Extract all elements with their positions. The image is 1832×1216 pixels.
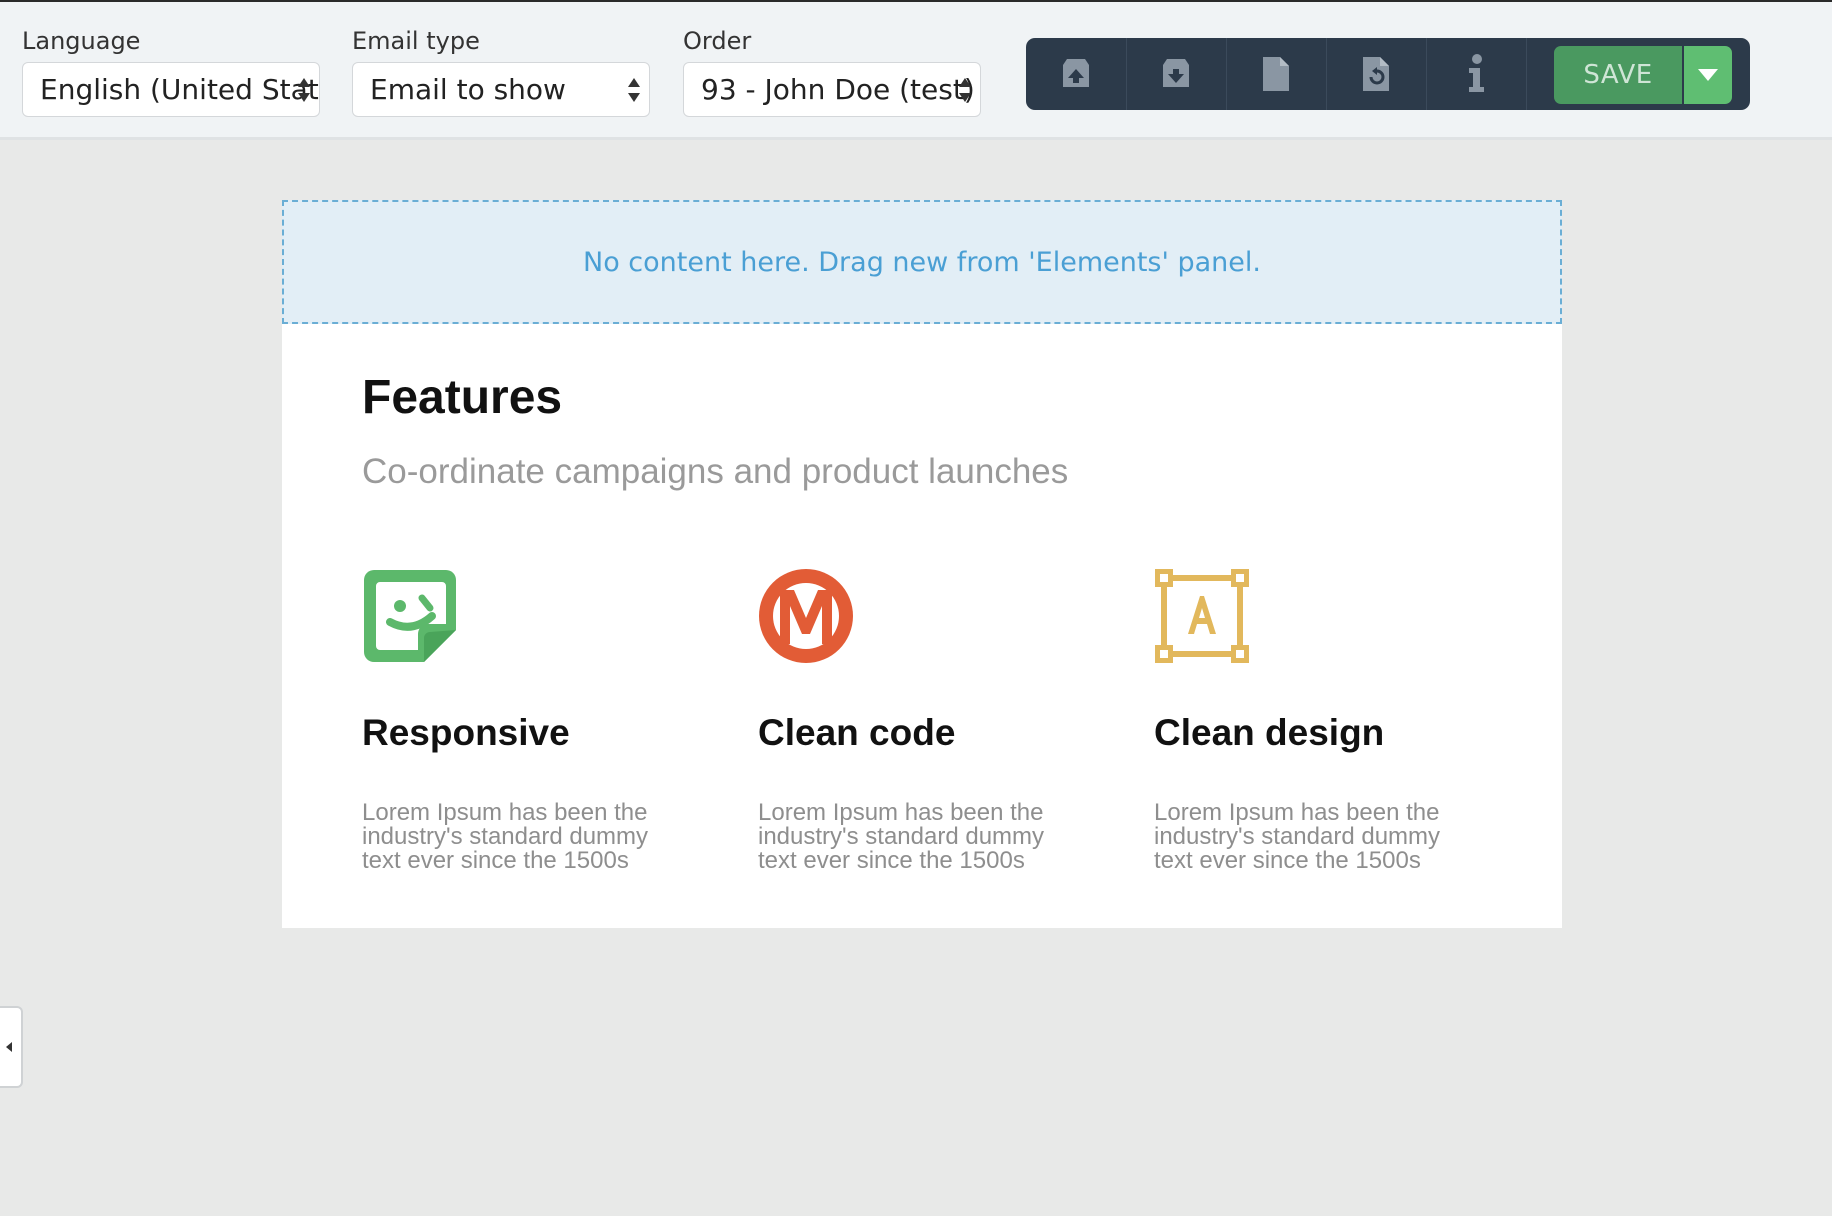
feature-column: Responsive Lorem Ipsum has been the indu… (362, 568, 682, 873)
feature-text: Lorem Ipsum has been the industry's stan… (1154, 799, 1441, 874)
empty-dropzone[interactable]: No content here. Drag new from 'Elements… (282, 200, 1562, 324)
order-field: Order 93 - John Doe (test) (683, 26, 981, 117)
caret-down-icon (1698, 69, 1718, 81)
email-type-value: Email to show (370, 73, 566, 106)
feature-column: Clean code Lorem Ipsum has been the indu… (758, 568, 1078, 873)
language-label: Language (22, 27, 141, 55)
download-button[interactable] (1126, 38, 1226, 110)
order-value: 93 - John Doe (test) (701, 73, 975, 106)
info-icon (1469, 54, 1484, 92)
language-value: English (United States) (40, 73, 319, 106)
order-select[interactable]: 93 - John Doe (test) (683, 62, 981, 117)
feature-title: Responsive (362, 712, 570, 753)
dropzone-message: No content here. Drag new from 'Elements… (583, 246, 1261, 278)
upload-button[interactable] (1026, 38, 1126, 110)
email-type-label: Email type (352, 27, 480, 55)
file-revert-icon (1363, 57, 1389, 91)
feature-title: Clean code (758, 712, 956, 753)
info-button[interactable] (1426, 38, 1526, 110)
email-type-field: Email type Email to show (352, 26, 650, 117)
order-label: Order (683, 27, 752, 55)
expand-panel-tab[interactable] (0, 1006, 23, 1088)
save-button[interactable]: SAVE (1554, 46, 1682, 104)
feature-title: Clean design (1154, 712, 1385, 753)
revert-file-button[interactable] (1326, 38, 1426, 110)
select-arrows-icon (959, 78, 971, 102)
select-arrows-icon (628, 78, 640, 102)
language-field: Language English (United States) (22, 26, 320, 117)
feature-text: Lorem Ipsum has been the industry's stan… (362, 799, 649, 874)
new-file-button[interactable] (1226, 38, 1326, 110)
select-arrows-icon (298, 78, 310, 102)
save-dropdown-button[interactable] (1684, 46, 1732, 104)
upload-icon (1063, 59, 1089, 87)
language-select[interactable]: English (United States) (22, 62, 320, 117)
text-frame-icon (1155, 569, 1249, 663)
smiley-sticker-icon (364, 570, 456, 662)
top-toolbar: Language English (United States) Email t… (0, 0, 1832, 140)
features-title: Features (362, 371, 563, 424)
download-icon (1163, 59, 1189, 87)
save-split-button: SAVE (1554, 46, 1734, 104)
feature-column: Clean design Lorem Ipsum has been the in… (1154, 568, 1474, 873)
divider (1526, 38, 1527, 110)
action-group: SAVE (1026, 38, 1750, 110)
caret-left-icon (5, 1042, 12, 1052)
m-logo-icon (759, 569, 853, 663)
features-subtitle: Co-ordinate campaigns and product launch… (362, 452, 1069, 491)
feature-text: Lorem Ipsum has been the industry's stan… (758, 799, 1045, 874)
email-type-select[interactable]: Email to show (352, 62, 650, 117)
email-canvas: No content here. Drag new from 'Elements… (282, 200, 1562, 928)
file-icon (1263, 57, 1289, 91)
